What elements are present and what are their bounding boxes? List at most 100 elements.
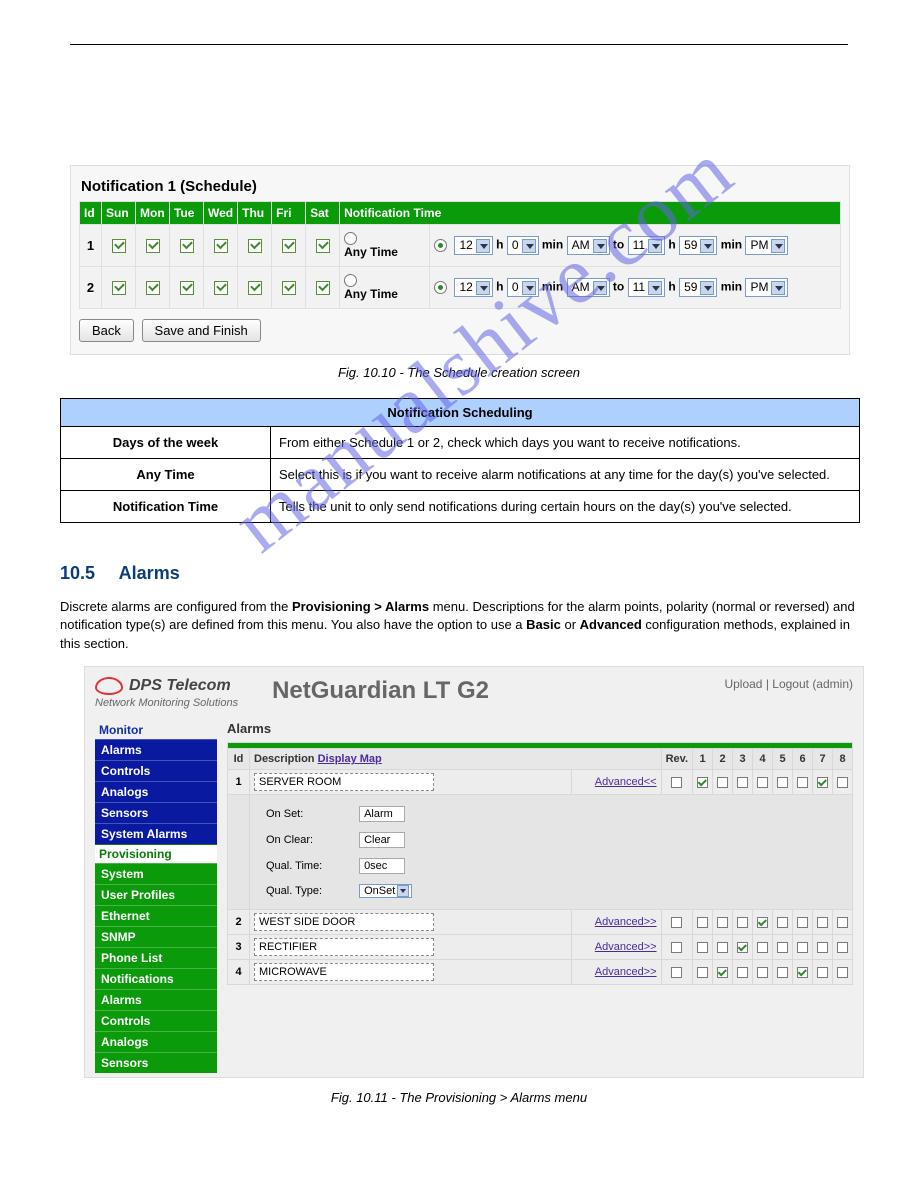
onclear-input[interactable]: Clear: [359, 832, 405, 848]
notif-checkbox[interactable]: [757, 942, 768, 953]
day-checkbox[interactable]: [112, 281, 126, 295]
to-min-select[interactable]: 59: [679, 278, 717, 297]
save-and-finish-button[interactable]: Save and Finish: [142, 319, 261, 342]
para-bold-advanced: Advanced: [580, 617, 642, 632]
day-checkbox[interactable]: [282, 281, 296, 295]
notif-checkbox[interactable]: [777, 917, 788, 928]
alarm-desc-input[interactable]: RECTIFIER: [254, 938, 434, 956]
day-checkbox[interactable]: [316, 281, 330, 295]
notif-checkbox[interactable]: [837, 917, 848, 928]
day-checkbox[interactable]: [180, 239, 194, 253]
nav-item[interactable]: Phone List: [95, 947, 217, 968]
nav-item[interactable]: System: [95, 863, 217, 884]
upload-link[interactable]: Upload: [724, 677, 762, 691]
qualtype-select[interactable]: OnSet: [359, 884, 412, 898]
rev-checkbox[interactable]: [671, 942, 682, 953]
day-checkbox[interactable]: [282, 239, 296, 253]
from-min-select[interactable]: 0: [507, 236, 539, 255]
rev-checkbox[interactable]: [671, 917, 682, 928]
notif-checkbox[interactable]: [817, 942, 828, 953]
to-ampm-select[interactable]: PM: [745, 236, 788, 255]
anytime-radio[interactable]: [344, 274, 357, 287]
anytime-cell: Any Time: [340, 266, 430, 308]
day-checkbox[interactable]: [180, 281, 194, 295]
qualtime-input[interactable]: 0sec: [359, 858, 405, 874]
nav-item[interactable]: Ethernet: [95, 905, 217, 926]
notif-checkbox[interactable]: [797, 967, 808, 978]
to-hour-select[interactable]: 11: [628, 236, 665, 255]
from-min-select[interactable]: 0: [507, 278, 539, 297]
day-checkbox[interactable]: [248, 281, 262, 295]
notif-checkbox[interactable]: [697, 967, 708, 978]
day-checkbox[interactable]: [214, 239, 228, 253]
nav-item[interactable]: Alarms: [95, 739, 217, 760]
nav-item[interactable]: Controls: [95, 760, 217, 781]
time-range-radio[interactable]: [434, 281, 447, 294]
from-hour-select[interactable]: 12: [454, 236, 492, 255]
notif-checkbox[interactable]: [737, 777, 748, 788]
time-range-radio[interactable]: [434, 239, 447, 252]
day-checkbox[interactable]: [146, 281, 160, 295]
logout-link[interactable]: Logout: [772, 677, 809, 691]
notif-checkbox[interactable]: [737, 917, 748, 928]
nav-item[interactable]: Sensors: [95, 1052, 217, 1073]
nav-item[interactable]: User Profiles: [95, 884, 217, 905]
notif-checkbox[interactable]: [737, 967, 748, 978]
notif-checkbox[interactable]: [837, 967, 848, 978]
notif-checkbox[interactable]: [777, 942, 788, 953]
to-hour-select[interactable]: 11: [628, 278, 665, 297]
notif-checkbox[interactable]: [817, 777, 828, 788]
anytime-radio[interactable]: [344, 232, 357, 245]
notif-checkbox[interactable]: [757, 777, 768, 788]
notif-checkbox[interactable]: [797, 942, 808, 953]
notif-checkbox[interactable]: [697, 917, 708, 928]
notif-checkbox[interactable]: [717, 942, 728, 953]
to-min-select[interactable]: 59: [679, 236, 717, 255]
day-checkbox[interactable]: [214, 281, 228, 295]
notif-checkbox[interactable]: [777, 777, 788, 788]
day-checkbox[interactable]: [112, 239, 126, 253]
day-checkbox[interactable]: [248, 239, 262, 253]
day-checkbox[interactable]: [316, 239, 330, 253]
advanced-link[interactable]: Advanced>>: [595, 941, 657, 953]
nav-item[interactable]: SNMP: [95, 926, 217, 947]
rev-checkbox[interactable]: [671, 967, 682, 978]
alarm-desc-input[interactable]: MICROWAVE: [254, 963, 434, 981]
notif-checkbox[interactable]: [777, 967, 788, 978]
from-hour-select[interactable]: 12: [454, 278, 492, 297]
nav-item[interactable]: Controls: [95, 1010, 217, 1031]
notif-checkbox[interactable]: [697, 777, 708, 788]
notif-checkbox[interactable]: [837, 942, 848, 953]
notif-checkbox[interactable]: [837, 777, 848, 788]
notif-checkbox[interactable]: [757, 967, 768, 978]
nav-item[interactable]: Sensors: [95, 802, 217, 823]
nav-item[interactable]: Alarms: [95, 989, 217, 1010]
from-ampm-select[interactable]: AM: [567, 278, 610, 297]
nav-item[interactable]: Notifications: [95, 968, 217, 989]
advanced-link[interactable]: Advanced<<: [595, 776, 657, 788]
to-ampm-select[interactable]: PM: [745, 278, 788, 297]
onset-input[interactable]: Alarm: [359, 806, 405, 822]
notif-checkbox[interactable]: [757, 917, 768, 928]
notif-checkbox[interactable]: [717, 917, 728, 928]
notif-checkbox[interactable]: [797, 777, 808, 788]
alarm-desc-input[interactable]: SERVER ROOM: [254, 773, 434, 791]
advanced-link[interactable]: Advanced>>: [595, 966, 657, 978]
nav-item[interactable]: Analogs: [95, 781, 217, 802]
from-ampm-select[interactable]: AM: [567, 236, 610, 255]
nav-item[interactable]: System Alarms: [95, 823, 217, 844]
notif-checkbox[interactable]: [717, 777, 728, 788]
alarm-desc-input[interactable]: WEST SIDE DOOR: [254, 913, 434, 931]
notif-checkbox[interactable]: [797, 917, 808, 928]
notif-checkbox[interactable]: [717, 967, 728, 978]
advanced-link[interactable]: Advanced>>: [595, 916, 657, 928]
back-button[interactable]: Back: [79, 319, 134, 342]
notif-checkbox[interactable]: [817, 917, 828, 928]
rev-checkbox[interactable]: [671, 777, 682, 788]
day-checkbox[interactable]: [146, 239, 160, 253]
notif-checkbox[interactable]: [737, 942, 748, 953]
notif-checkbox[interactable]: [697, 942, 708, 953]
nav-item[interactable]: Analogs: [95, 1031, 217, 1052]
display-map-link[interactable]: Display Map: [318, 753, 382, 765]
notif-checkbox[interactable]: [817, 967, 828, 978]
